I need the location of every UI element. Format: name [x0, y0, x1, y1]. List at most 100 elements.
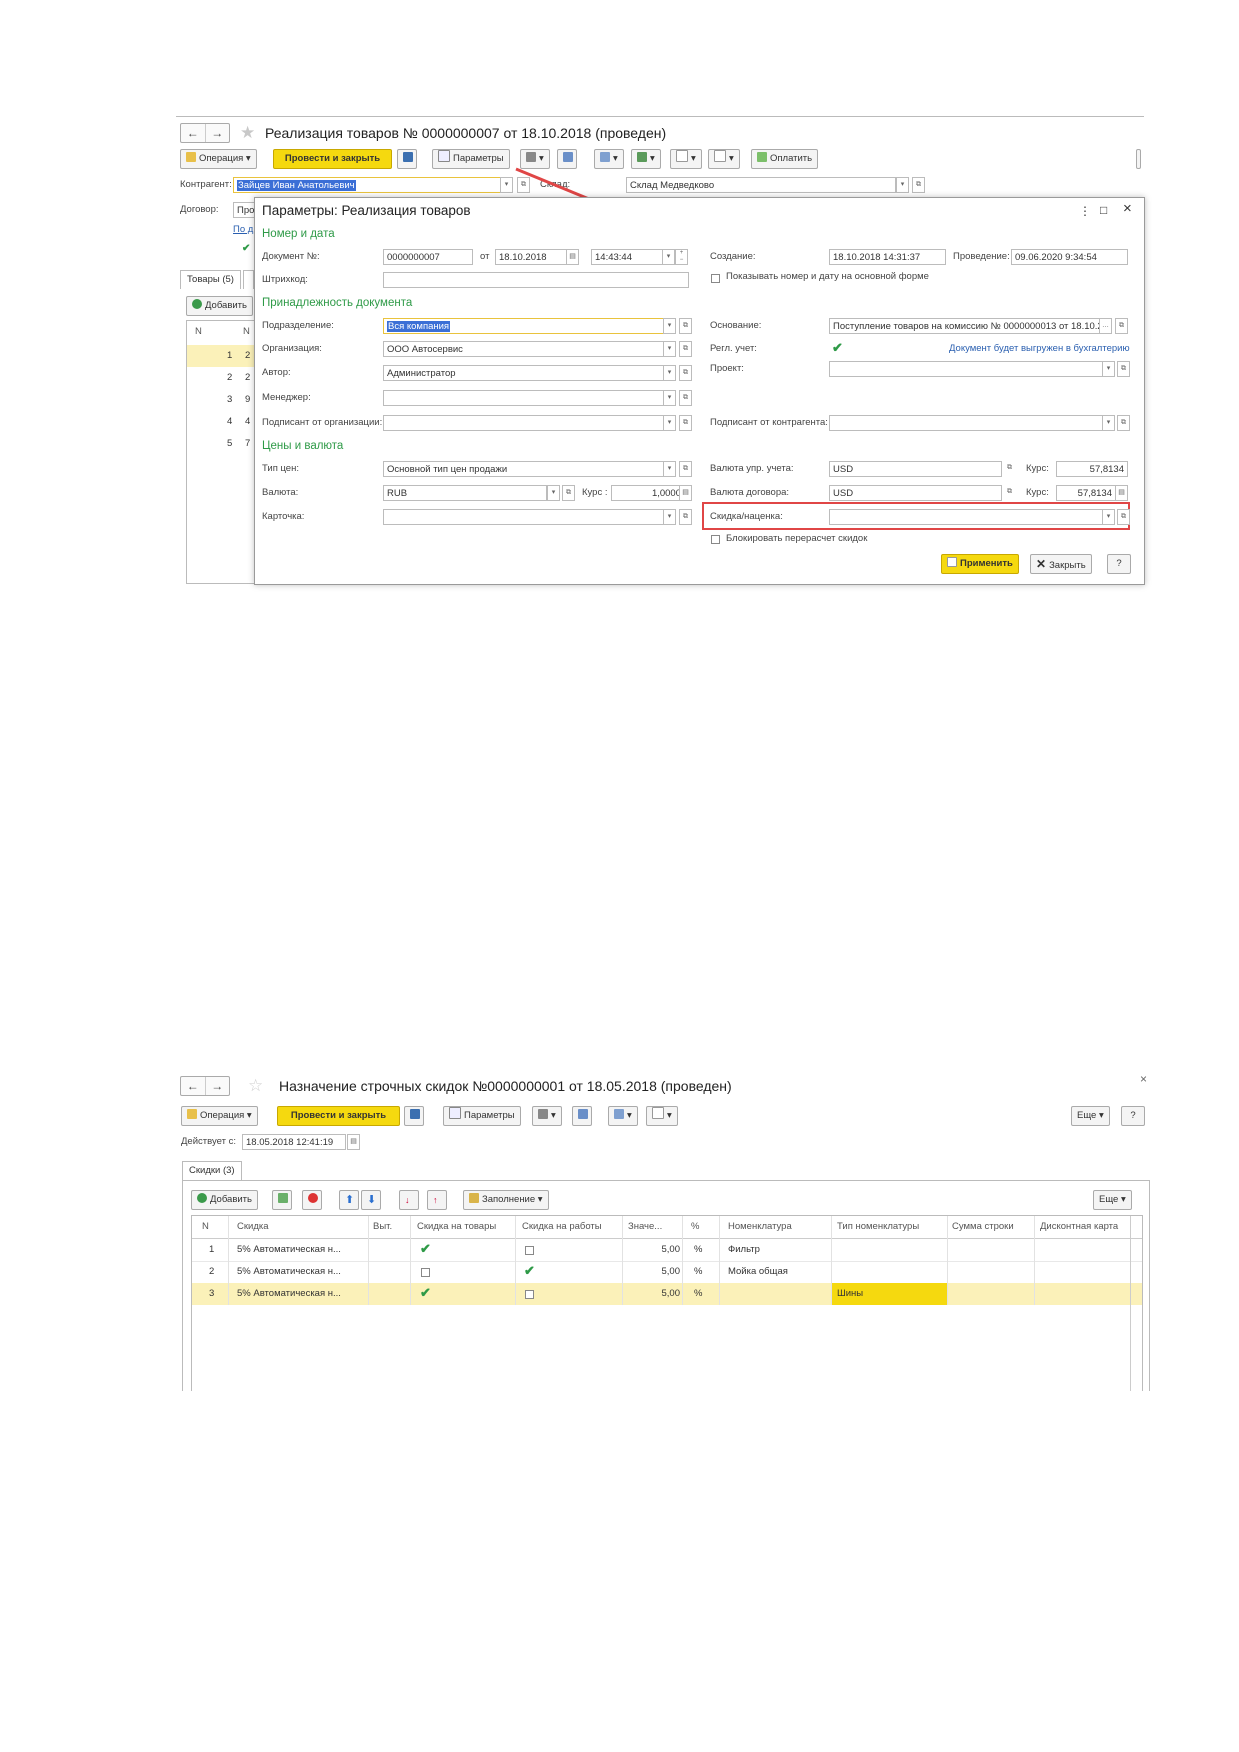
close-window-icon[interactable]: × — [1140, 1072, 1147, 1086]
currency-rate-calc-icon[interactable]: ▤ — [679, 485, 692, 501]
card-open-icon[interactable]: ⧉ — [679, 509, 692, 525]
sort-asc-button[interactable]: ↓ — [399, 1190, 419, 1210]
table-row[interactable]: 2 2 — [187, 367, 257, 389]
department-field[interactable]: Вся компания — [383, 318, 676, 334]
discount-open-icon[interactable]: ⧉ — [1117, 509, 1130, 525]
signer-org-dropdown[interactable]: ▾ — [663, 415, 676, 431]
nav-buttons-2[interactable]: ← → — [180, 1076, 230, 1096]
apply-button[interactable]: Применить — [941, 554, 1019, 574]
calendar-icon[interactable]: ▤ — [566, 249, 579, 265]
post-and-close-button-2[interactable]: Провести и закрыть — [277, 1106, 400, 1126]
manager-dropdown[interactable]: ▾ — [663, 390, 676, 406]
block-recalc-checkbox[interactable] — [711, 535, 720, 544]
back-arrow-icon[interactable]: ← — [181, 1077, 205, 1095]
operation-button[interactable]: Операция ▾ — [180, 149, 257, 169]
contract-checkbox[interactable]: ✔ — [242, 243, 250, 255]
parameters-button-2[interactable]: Параметры — [443, 1106, 521, 1126]
close-button[interactable]: ✕ Закрыть — [1030, 554, 1092, 574]
price-type-dropdown[interactable]: ▾ — [663, 461, 676, 477]
signer-org-open-icon[interactable]: ⧉ — [679, 415, 692, 431]
help-button-2[interactable]: ? — [1121, 1106, 1145, 1126]
table-row[interactable]: 5 7 — [187, 433, 257, 455]
project-field[interactable] — [829, 361, 1115, 377]
author-open-icon[interactable]: ⧉ — [679, 365, 692, 381]
price-type-field[interactable]: Основной тип цен продажи — [383, 461, 676, 477]
works-checkbox-checked[interactable]: ✔ — [524, 1264, 535, 1277]
structure-button[interactable]: ▾ — [670, 149, 702, 169]
help-button[interactable]: ? — [1107, 554, 1131, 574]
contract-field[interactable]: Про — [233, 202, 255, 218]
nav-buttons[interactable]: ← → — [180, 123, 230, 143]
calendar-icon[interactable]: ▤ — [347, 1134, 360, 1150]
table-row-selected[interactable]: 3 5% Автоматическая н... ✔ 5,00 % Шины — [192, 1283, 1142, 1305]
report-button-2[interactable] — [572, 1106, 592, 1126]
mgmt-currency-open-icon[interactable]: ⧉ — [1003, 461, 1016, 477]
star-icon[interactable]: ☆ — [248, 1076, 263, 1096]
time-spinner[interactable]: + − — [675, 249, 688, 265]
contract-rate-field[interactable]: 57,8134 — [1056, 485, 1116, 501]
project-open-icon[interactable]: ⧉ — [1117, 361, 1130, 377]
mgmt-rate-field[interactable]: 57,8134 — [1056, 461, 1128, 477]
discount-dropdown[interactable]: ▾ — [1102, 509, 1115, 525]
regl-note[interactable]: Документ будет выгружен в бухгалтерию — [949, 341, 1130, 357]
more-button-partial[interactable] — [1136, 149, 1141, 169]
manager-open-icon[interactable]: ⧉ — [679, 390, 692, 406]
operation-button-2[interactable]: Операция ▾ — [181, 1106, 258, 1126]
warehouse-open-icon[interactable]: ⧉ — [912, 177, 925, 193]
warehouse-field[interactable]: Склад Медведково — [626, 177, 896, 193]
show-number-checkbox[interactable] — [711, 274, 720, 283]
organization-field[interactable]: ООО Автосервис — [383, 341, 676, 357]
card-field[interactable] — [383, 509, 676, 525]
project-dropdown[interactable]: ▾ — [1102, 361, 1115, 377]
currency-field[interactable]: RUB — [383, 485, 547, 501]
contract-rate-calc-icon[interactable]: ▤ — [1115, 485, 1128, 501]
card-dropdown[interactable]: ▾ — [663, 509, 676, 525]
contract-link[interactable]: По д — [233, 222, 253, 238]
table-row[interactable]: 4 4 — [187, 411, 257, 433]
works-checkbox[interactable] — [525, 1290, 534, 1299]
forward-arrow-icon[interactable]: → — [204, 124, 230, 142]
copy-button[interactable] — [272, 1190, 292, 1210]
table-row[interactable]: 3 9 — [187, 389, 257, 411]
price-type-open-icon[interactable]: ⧉ — [679, 461, 692, 477]
basis-open-icon[interactable]: ⧉ — [1115, 318, 1128, 334]
print-button-2[interactable]: ▾ — [532, 1106, 562, 1126]
move-up-button[interactable]: ⬆ — [339, 1190, 359, 1210]
tab-partial[interactable] — [243, 270, 254, 289]
table-row[interactable]: 1 2 — [187, 345, 257, 367]
table-row[interactable]: 2 5% Автоматическая н... ✔ 5,00 % Мойка … — [192, 1261, 1142, 1283]
organization-dropdown[interactable]: ▾ — [663, 341, 676, 357]
signer-contractor-field[interactable] — [829, 415, 1115, 431]
signer-contractor-open-icon[interactable]: ⧉ — [1117, 415, 1130, 431]
department-dropdown[interactable]: ▾ — [663, 318, 676, 334]
manager-field[interactable] — [383, 390, 676, 406]
more-actions-icon[interactable]: ⋮ — [1079, 204, 1091, 218]
delete-button[interactable] — [302, 1190, 322, 1210]
post-and-close-button[interactable]: Провести и закрыть — [273, 149, 392, 169]
parameters-button[interactable]: Параметры — [432, 149, 510, 169]
goods-checkbox-checked[interactable]: ✔ — [420, 1242, 431, 1255]
basis-field[interactable]: Поступление товаров на комиссию № 000000… — [829, 318, 1112, 334]
currency-dropdown[interactable]: ▾ — [547, 485, 560, 501]
author-field[interactable]: Администратор — [383, 365, 676, 381]
mgmt-currency-field[interactable]: USD — [829, 461, 1002, 477]
more-table-button[interactable]: Еще ▾ — [1093, 1190, 1132, 1210]
create-based-button-2[interactable]: ▾ — [608, 1106, 638, 1126]
attach-button[interactable]: ▾ — [708, 149, 740, 169]
contract-currency-field[interactable]: USD — [829, 485, 1002, 501]
contract-currency-open-icon[interactable]: ⧉ — [1003, 485, 1016, 501]
valid-from-field[interactable]: 18.05.2018 12:41:19 — [242, 1134, 346, 1150]
warehouse-dropdown[interactable]: ▾ — [896, 177, 909, 193]
organization-open-icon[interactable]: ⧉ — [679, 341, 692, 357]
signer-org-field[interactable] — [383, 415, 676, 431]
currency-rate-field[interactable]: 1,0000 — [611, 485, 685, 501]
sort-desc-button[interactable]: ↑ — [427, 1190, 447, 1210]
maximize-icon[interactable]: □ — [1100, 203, 1107, 217]
barcode-field[interactable] — [383, 272, 689, 288]
discount-field[interactable] — [829, 509, 1115, 525]
fill-button[interactable]: Заполнение ▾ — [463, 1190, 549, 1210]
close-icon[interactable]: × — [1123, 200, 1132, 217]
forward-arrow-icon[interactable]: → — [204, 1077, 230, 1095]
structure-button-2[interactable]: ▾ — [646, 1106, 678, 1126]
contractor-field[interactable]: Зайцев Иван Анатольевич — [233, 177, 513, 193]
